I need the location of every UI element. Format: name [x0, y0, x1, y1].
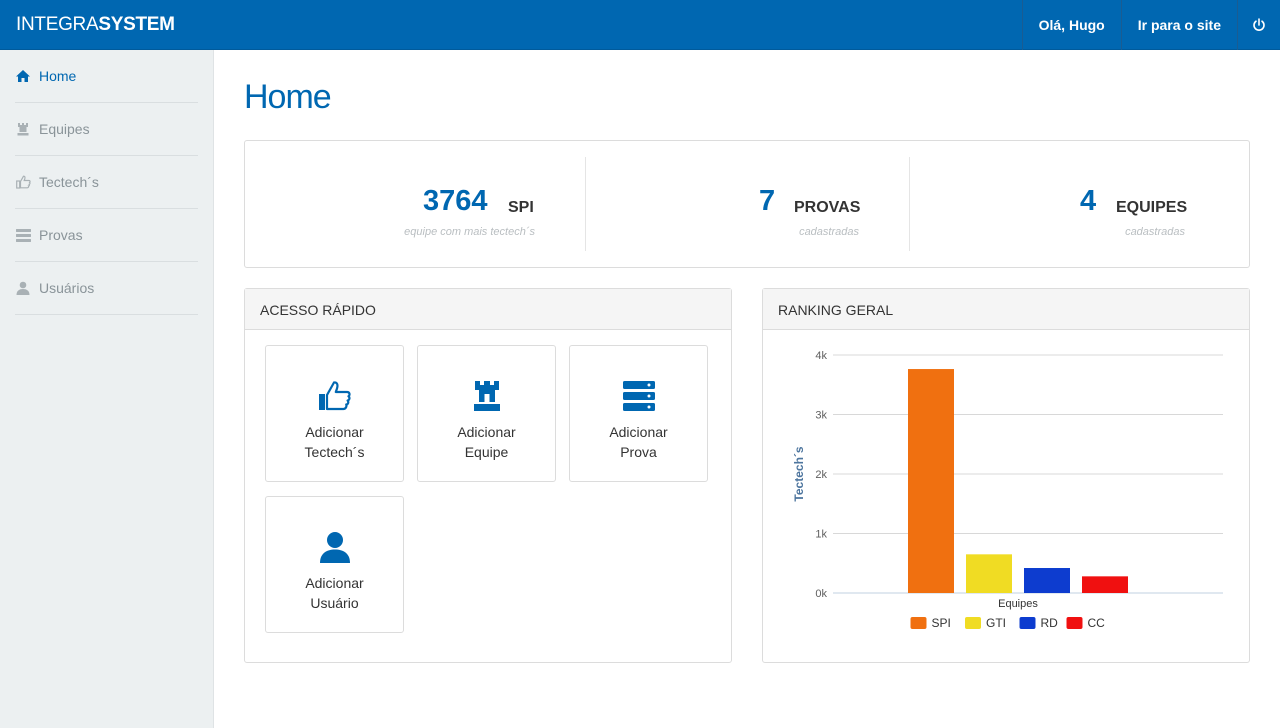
home-icon: [15, 68, 31, 84]
legend-swatch-rd: [1019, 617, 1036, 629]
y-tick-label: 3k: [815, 410, 827, 422]
stat-label: EQUIPES: [1116, 199, 1188, 216]
stat-spi: 3764 SPI equipe com mais tectech´s: [245, 141, 585, 269]
tile-label-line2: Tectech´s: [304, 444, 365, 460]
sidebar: Home Equipes Tectech´s Provas Usuários: [0, 50, 214, 728]
stat-value: 3764: [423, 185, 488, 217]
logout-button[interactable]: [1237, 0, 1280, 50]
sidebar-item-home[interactable]: Home: [15, 50, 198, 103]
add-tectechs-button[interactable]: Adicionar Tectech´s: [265, 345, 404, 482]
sidebar-item-label: Home: [39, 68, 77, 84]
legend-swatch-cc: [1066, 617, 1083, 629]
go-to-site-link[interactable]: Ir para o site: [1120, 0, 1237, 50]
page-title: Home: [244, 78, 332, 116]
legend-label-spi: SPI: [932, 616, 951, 630]
quick-access-title: ACESSO RÁPIDO: [245, 289, 731, 330]
top-bar: INTEGRASYSTEM Olá, Hugo Ir para o site: [0, 0, 1280, 50]
sidebar-item-usuarios[interactable]: Usuários: [15, 262, 198, 315]
stat-label: SPI: [508, 199, 534, 216]
x-category-label: Equipes: [998, 598, 1038, 610]
user-icon: [15, 280, 31, 296]
brand-logo[interactable]: INTEGRASYSTEM: [16, 14, 175, 36]
bar-gti: [966, 554, 1012, 593]
ranking-title: RANKING GERAL: [763, 289, 1249, 330]
tile-label-line1: Adicionar: [609, 424, 668, 440]
sidebar-item-equipes[interactable]: Equipes: [15, 103, 198, 156]
sidebar-item-label: Tectech´s: [39, 174, 99, 190]
thumbs-up-icon: [15, 174, 31, 190]
stat-equipes: 4 EQUIPES cadastradas: [910, 141, 1249, 269]
stat-subtitle: cadastradas: [799, 226, 859, 238]
bar-cc: [1082, 576, 1128, 593]
sidebar-item-provas[interactable]: Provas: [15, 209, 198, 262]
stat-label: PROVAS: [794, 199, 861, 216]
tile-label-line1: Adicionar: [457, 424, 516, 440]
tile-label-line2: Prova: [620, 444, 657, 460]
y-axis-label: Tectech´s: [792, 446, 806, 501]
add-usuario-button[interactable]: Adicionar Usuário: [265, 496, 404, 633]
thumbs-up-icon: [266, 380, 403, 414]
stat-subtitle: cadastradas: [1125, 226, 1185, 238]
stat-subtitle: equipe com mais tectech´s: [404, 226, 535, 238]
y-tick-label: 2k: [815, 469, 827, 481]
ranking-chart: 0k 1k 2k 3k 4k Tectech´s Equipes SPI GTI RD CC: [792, 350, 1223, 630]
ranking-panel: RANKING GERAL 0k 1k 2k 3k 4k Tectech´s Equipes…: [762, 288, 1250, 663]
user-greeting-link[interactable]: Olá, Hugo: [1021, 0, 1121, 50]
sidebar-item-label: Usuários: [39, 280, 95, 296]
tile-label: Adicionar Usuário: [266, 573, 403, 613]
y-tick-label: 1k: [815, 529, 827, 541]
tile-label: Adicionar Prova: [570, 422, 707, 462]
rook-icon: [418, 380, 555, 414]
server-icon: [570, 380, 707, 414]
legend-swatch-spi: [910, 617, 927, 629]
tile-label-line1: Adicionar: [305, 575, 364, 591]
legend-label-rd: RD: [1041, 616, 1059, 630]
tile-label-line2: Usuário: [310, 595, 359, 611]
power-icon: [1253, 18, 1265, 31]
user-icon: [266, 531, 403, 565]
sidebar-item-label: Provas: [39, 227, 83, 243]
bar-rd: [1024, 568, 1070, 593]
top-nav: Olá, Hugo Ir para o site: [1021, 0, 1280, 50]
add-equipe-button[interactable]: Adicionar Equipe: [417, 345, 556, 482]
legend-label-gti: GTI: [986, 616, 1006, 630]
sidebar-item-label: Equipes: [39, 121, 90, 137]
tile-label: Adicionar Tectech´s: [266, 422, 403, 462]
list-icon: [15, 227, 31, 243]
legend-swatch-gti: [965, 617, 981, 629]
stat-provas: 7 PROVAS cadastradas: [586, 141, 909, 269]
tile-label: Adicionar Equipe: [418, 422, 555, 462]
tile-label-line1: Adicionar: [305, 424, 364, 440]
legend-label-cc: CC: [1088, 616, 1106, 630]
y-tick-label: 0k: [815, 588, 827, 600]
brand-light: INTEGRA: [16, 14, 99, 35]
stat-value: 7: [759, 185, 776, 217]
add-prova-button[interactable]: Adicionar Prova: [569, 345, 708, 482]
tile-label-line2: Equipe: [464, 444, 509, 460]
brand-bold: SYSTEM: [98, 14, 175, 35]
stats-panel: 3764 SPI equipe com mais tectech´s 7 PRO…: [244, 140, 1250, 268]
rook-icon: [15, 121, 31, 137]
stat-value: 4: [1080, 185, 1097, 217]
sidebar-item-tectechs[interactable]: Tectech´s: [15, 156, 198, 209]
bar-spi: [908, 369, 954, 593]
y-tick-label: 4k: [815, 350, 827, 362]
quick-access-panel: ACESSO RÁPIDO Adicionar Tectech´s Adicio…: [244, 288, 732, 663]
